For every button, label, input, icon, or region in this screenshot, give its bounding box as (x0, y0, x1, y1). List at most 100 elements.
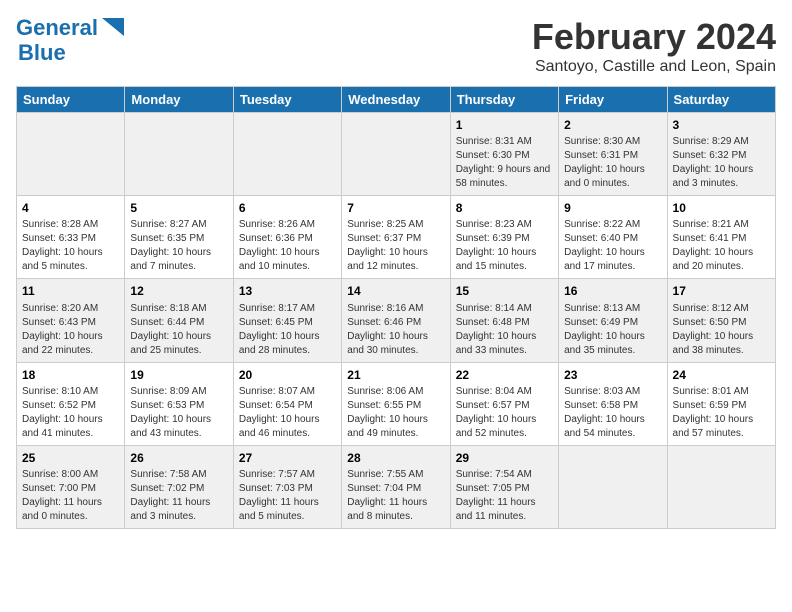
calendar-cell: 2Sunrise: 8:30 AM Sunset: 6:31 PM Daylig… (559, 113, 667, 196)
weekday-header-cell: Saturday (667, 87, 775, 113)
day-number: 19 (130, 367, 227, 383)
day-number: 26 (130, 450, 227, 466)
cell-info: Sunrise: 8:03 AM Sunset: 6:58 PM Dayligh… (564, 385, 661, 441)
calendar-cell (233, 113, 341, 196)
calendar-cell: 21Sunrise: 8:06 AM Sunset: 6:55 PM Dayli… (342, 362, 450, 445)
day-number: 3 (673, 117, 770, 133)
cell-info: Sunrise: 8:14 AM Sunset: 6:48 PM Dayligh… (456, 302, 553, 358)
cell-info: Sunrise: 8:13 AM Sunset: 6:49 PM Dayligh… (564, 302, 661, 358)
calendar-cell: 5Sunrise: 8:27 AM Sunset: 6:35 PM Daylig… (125, 196, 233, 279)
calendar-cell (559, 445, 667, 528)
calendar-cell: 26Sunrise: 7:58 AM Sunset: 7:02 PM Dayli… (125, 445, 233, 528)
calendar-week-row: 11 Sunrise: 8:20 AM Sunset: 6:43 PM Dayli… (17, 279, 776, 362)
day-number: 17 (673, 283, 770, 299)
calendar-cell: 1 Sunrise: 8:31 AM Sunset: 6:30 PM Daylig… (450, 113, 558, 196)
day-number: 28 (347, 450, 444, 466)
cell-info: Sunrise: 8:04 AM Sunset: 6:57 PM Dayligh… (456, 385, 553, 441)
day-number: 25 (22, 450, 119, 466)
day-number: 10 (673, 200, 770, 216)
weekday-header-cell: Tuesday (233, 87, 341, 113)
weekday-header-cell: Monday (125, 87, 233, 113)
cell-info: Sunrise: 8:10 AM Sunset: 6:52 PM Dayligh… (22, 385, 119, 441)
calendar-body: 1 Sunrise: 8:31 AM Sunset: 6:30 PM Daylig… (17, 113, 776, 529)
cell-info: Sunrise: 8:20 AM Sunset: 6:43 PM Dayligh… (22, 302, 119, 358)
calendar-cell: 3Sunrise: 8:29 AM Sunset: 6:32 PM Daylig… (667, 113, 775, 196)
header: General Blue February 2024 Santoyo, Cast… (16, 16, 776, 76)
day-number: 22 (456, 367, 553, 383)
calendar-week-row: 1 Sunrise: 8:31 AM Sunset: 6:30 PM Daylig… (17, 113, 776, 196)
day-number: 5 (130, 200, 227, 216)
location-title: Santoyo, Castille and Leon, Spain (532, 58, 776, 76)
weekday-header-cell: Thursday (450, 87, 558, 113)
day-number: 24 (673, 367, 770, 383)
cell-info: Sunrise: 8:18 AM Sunset: 6:44 PM Dayligh… (130, 302, 227, 358)
day-number: 14 (347, 283, 444, 299)
calendar-cell: 8 Sunrise: 8:23 AM Sunset: 6:39 PM Daylig… (450, 196, 558, 279)
calendar-cell: 23 Sunrise: 8:03 AM Sunset: 6:58 PM Dayli… (559, 362, 667, 445)
day-number: 12 (130, 283, 227, 299)
month-title: February 2024 (532, 16, 776, 58)
day-number: 9 (564, 200, 661, 216)
calendar-cell: 16 Sunrise: 8:13 AM Sunset: 6:49 PM Dayli… (559, 279, 667, 362)
day-number: 15 (456, 283, 553, 299)
calendar-cell: 9 Sunrise: 8:22 AM Sunset: 6:40 PM Daylig… (559, 196, 667, 279)
logo-blue-text: Blue (18, 40, 66, 65)
calendar-cell: 6 Sunrise: 8:26 AM Sunset: 6:36 PM Daylig… (233, 196, 341, 279)
cell-info: Sunrise: 8:23 AM Sunset: 6:39 PM Dayligh… (456, 218, 553, 274)
logo-arrow-icon (102, 18, 124, 36)
calendar-cell: 15 Sunrise: 8:14 AM Sunset: 6:48 PM Dayli… (450, 279, 558, 362)
calendar-week-row: 18 Sunrise: 8:10 AM Sunset: 6:52 PM Dayli… (17, 362, 776, 445)
day-number: 1 (456, 117, 553, 133)
day-number: 29 (456, 450, 553, 466)
calendar-cell (17, 113, 125, 196)
logo-text: General (16, 16, 98, 40)
calendar-cell: 10 Sunrise: 8:21 AM Sunset: 6:41 PM Dayli… (667, 196, 775, 279)
calendar-cell: 24Sunrise: 8:01 AM Sunset: 6:59 PM Dayli… (667, 362, 775, 445)
calendar-cell: 25 Sunrise: 8:00 AM Sunset: 7:00 PM Dayli… (17, 445, 125, 528)
calendar-cell: 12 Sunrise: 8:18 AM Sunset: 6:44 PM Dayli… (125, 279, 233, 362)
logo: General Blue (16, 16, 124, 65)
calendar: SundayMondayTuesdayWednesdayThursdayFrid… (16, 86, 776, 529)
calendar-cell: 18 Sunrise: 8:10 AM Sunset: 6:52 PM Dayli… (17, 362, 125, 445)
calendar-cell: 27Sunrise: 7:57 AM Sunset: 7:03 PM Dayli… (233, 445, 341, 528)
cell-info: Sunrise: 8:17 AM Sunset: 6:45 PM Dayligh… (239, 302, 336, 358)
calendar-cell (125, 113, 233, 196)
day-number: 16 (564, 283, 661, 299)
calendar-cell: 19 Sunrise: 8:09 AM Sunset: 6:53 PM Dayli… (125, 362, 233, 445)
calendar-week-row: 4 Sunrise: 8:28 AM Sunset: 6:33 PM Daylig… (17, 196, 776, 279)
day-number: 27 (239, 450, 336, 466)
cell-info: Sunrise: 8:06 AM Sunset: 6:55 PM Dayligh… (347, 385, 444, 441)
day-number: 20 (239, 367, 336, 383)
calendar-cell: 7Sunrise: 8:25 AM Sunset: 6:37 PM Daylig… (342, 196, 450, 279)
cell-info: Sunrise: 8:30 AM Sunset: 6:31 PM Dayligh… (564, 135, 661, 191)
day-number: 13 (239, 283, 336, 299)
day-number: 11 (22, 283, 119, 299)
weekday-header-row: SundayMondayTuesdayWednesdayThursdayFrid… (17, 87, 776, 113)
cell-info: Sunrise: 8:07 AM Sunset: 6:54 PM Dayligh… (239, 385, 336, 441)
calendar-cell: 11 Sunrise: 8:20 AM Sunset: 6:43 PM Dayli… (17, 279, 125, 362)
calendar-cell: 28Sunrise: 7:55 AM Sunset: 7:04 PM Dayli… (342, 445, 450, 528)
cell-info: Sunrise: 8:09 AM Sunset: 6:53 PM Dayligh… (130, 385, 227, 441)
cell-info: Sunrise: 8:00 AM Sunset: 7:00 PM Dayligh… (22, 468, 119, 524)
calendar-cell: 17Sunrise: 8:12 AM Sunset: 6:50 PM Dayli… (667, 279, 775, 362)
calendar-cell: 22 Sunrise: 8:04 AM Sunset: 6:57 PM Dayli… (450, 362, 558, 445)
calendar-cell: 14Sunrise: 8:16 AM Sunset: 6:46 PM Dayli… (342, 279, 450, 362)
day-number: 8 (456, 200, 553, 216)
calendar-cell: 4 Sunrise: 8:28 AM Sunset: 6:33 PM Daylig… (17, 196, 125, 279)
cell-info: Sunrise: 8:26 AM Sunset: 6:36 PM Dayligh… (239, 218, 336, 274)
calendar-cell: 20 Sunrise: 8:07 AM Sunset: 6:54 PM Dayli… (233, 362, 341, 445)
day-number: 23 (564, 367, 661, 383)
calendar-cell: 29 Sunrise: 7:54 AM Sunset: 7:05 PM Dayli… (450, 445, 558, 528)
day-number: 4 (22, 200, 119, 216)
weekday-header-cell: Friday (559, 87, 667, 113)
cell-info: Sunrise: 8:28 AM Sunset: 6:33 PM Dayligh… (22, 218, 119, 274)
calendar-week-row: 25 Sunrise: 8:00 AM Sunset: 7:00 PM Dayli… (17, 445, 776, 528)
cell-info: Sunrise: 8:21 AM Sunset: 6:41 PM Dayligh… (673, 218, 770, 274)
cell-info: Sunrise: 8:22 AM Sunset: 6:40 PM Dayligh… (564, 218, 661, 274)
day-number: 6 (239, 200, 336, 216)
calendar-cell: 13 Sunrise: 8:17 AM Sunset: 6:45 PM Dayli… (233, 279, 341, 362)
cell-info: Sunrise: 7:54 AM Sunset: 7:05 PM Dayligh… (456, 468, 553, 524)
cell-info: Sunrise: 8:31 AM Sunset: 6:30 PM Dayligh… (456, 135, 553, 191)
calendar-cell (342, 113, 450, 196)
day-number: 18 (22, 367, 119, 383)
